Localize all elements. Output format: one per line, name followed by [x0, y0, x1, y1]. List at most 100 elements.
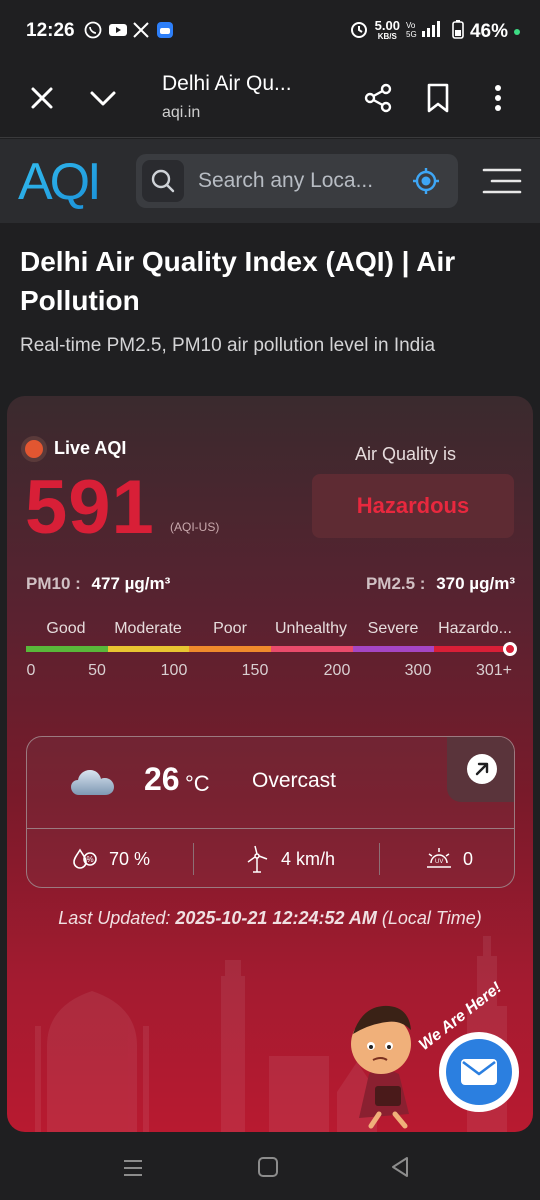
svg-text:Vo: Vo: [406, 21, 416, 30]
scale-segment: [352, 646, 435, 652]
aqi-scale-marker: [503, 642, 517, 656]
system-navigation-bar: [0, 1132, 540, 1200]
search-bar[interactable]: [136, 154, 458, 208]
last-updated-value: 2025-10-21 12:24:52 AM: [175, 908, 377, 928]
more-options-icon[interactable]: [486, 82, 510, 114]
browser-page-title: Delhi Air Qu...: [162, 72, 292, 95]
aqi-scale-bar: [26, 646, 517, 652]
pm10-value: 477 µg/m³: [91, 574, 171, 593]
mascot-illustration: [339, 994, 439, 1132]
scale-label-poor: Poor: [213, 620, 247, 637]
weather-summary: 26 °C Overcast: [27, 737, 514, 829]
svg-text:5G: 5G: [406, 30, 417, 39]
share-icon[interactable]: [362, 82, 394, 114]
battery-icon: [452, 19, 464, 44]
scale-num: 0: [26, 662, 36, 679]
temperature-value: 26: [144, 761, 180, 797]
weather-condition: Overcast: [252, 769, 337, 792]
scale-num: 150: [241, 662, 269, 679]
last-updated-label: Last Updated:: [58, 908, 171, 928]
site-header: AQI: [0, 139, 540, 223]
scale-num: 300: [404, 662, 432, 679]
network-speed: 5.00 KB/S: [374, 18, 400, 41]
pm10-label: PM10 :: [26, 574, 81, 593]
wind-metric: 4 km/h: [243, 845, 335, 873]
weather-metrics: % 70 % 4 km/h UV 0: [27, 829, 514, 887]
metric-divider: [379, 843, 380, 875]
pm10-reading: PM10 : 477 µg/m³: [26, 574, 170, 594]
svg-text:%: %: [87, 855, 94, 864]
pm25-value: 370 µg/m³: [436, 574, 515, 593]
battery-percent: 46%: [469, 20, 508, 42]
locate-icon[interactable]: [412, 167, 440, 195]
humidity-metric: % 70 %: [71, 845, 150, 873]
scale-segment: [189, 646, 272, 652]
browser-url[interactable]: aqi.in: [162, 104, 200, 122]
scale-category-labels: Good Moderate Poor Unhealthy Severe Haza…: [26, 620, 516, 642]
privacy-indicator: [514, 28, 520, 35]
x-icon: [132, 21, 150, 39]
scale-segment: [107, 646, 190, 652]
live-indicator-icon: [21, 436, 47, 462]
wind-value: 4 km/h: [281, 848, 336, 869]
pm25-reading: PM2.5 : 370 µg/m³: [366, 574, 515, 594]
page-title: Delhi Air Quality Index (AQI) | Air Poll…: [20, 246, 456, 316]
mail-icon: [446, 1039, 512, 1105]
cloud-icon: [69, 763, 117, 799]
contact-mail-button[interactable]: [439, 1032, 519, 1112]
scale-label-good: Good: [46, 620, 86, 637]
wind-turbine-icon: [243, 845, 271, 873]
alarm-icon: [349, 19, 369, 44]
last-updated-suffix: (Local Time): [381, 908, 482, 928]
svg-text:AQI: AQI: [18, 153, 99, 209]
notification-icons: [84, 21, 174, 39]
signal-icon: Vo 5G: [406, 19, 446, 44]
uv-metric: UV 0: [425, 845, 473, 873]
bookmark-icon[interactable]: [425, 82, 451, 114]
scale-label-severe: Severe: [367, 620, 419, 637]
live-aqi-label: Live AQI: [54, 438, 127, 458]
status-badge: Hazardous: [312, 474, 514, 538]
scale-number-labels: 0 50 100 150 200 300 301+: [26, 662, 516, 684]
temperature-unit: °C: [185, 771, 210, 796]
arrow-up-right-icon: [467, 754, 497, 784]
browser-toolbar: Delhi Air Qu... aqi.in: [0, 62, 540, 138]
system-status: 5.00 KB/S Vo 5G 46%: [349, 19, 520, 44]
aqi-card: Live AQI 591 (AQI-US) Air Quality is Haz…: [7, 396, 533, 1132]
metric-divider: [193, 843, 194, 875]
uv-value: 0: [463, 848, 474, 869]
scale-num: 301+: [475, 662, 513, 679]
scale-label-hazardous: Hazardo...: [438, 620, 512, 637]
recent-apps-icon[interactable]: [122, 1158, 144, 1178]
scale-num: 50: [88, 662, 106, 679]
chevron-down-icon[interactable]: [88, 84, 118, 112]
aqi-value: 591: [25, 465, 155, 550]
aqi-unit: (AQI-US): [170, 520, 220, 534]
humidity-icon: %: [71, 845, 99, 873]
menu-icon[interactable]: [482, 167, 522, 195]
scale-label-moderate: Moderate: [114, 620, 182, 637]
back-icon[interactable]: [390, 1156, 410, 1178]
humidity-value: 70 %: [109, 848, 151, 869]
app-notification-icon: [156, 21, 174, 39]
aqi-logo[interactable]: AQI: [18, 153, 110, 211]
search-icon[interactable]: [142, 160, 184, 202]
weather-card: 26 °C Overcast % 70 % 4 km/h UV 0: [26, 736, 515, 888]
whatsapp-icon: [84, 21, 102, 39]
youtube-icon: [108, 21, 127, 39]
scale-num: 200: [323, 662, 351, 679]
scale-segment: [271, 646, 353, 652]
last-updated: Last Updated: 2025-10-21 12:24:52 AM (Lo…: [7, 908, 533, 929]
home-icon[interactable]: [258, 1157, 278, 1177]
status-time: 12:26: [26, 20, 75, 41]
svg-text:UV: UV: [435, 859, 443, 865]
uv-sun-icon: UV: [425, 845, 453, 873]
weather-details-button[interactable]: [447, 737, 514, 802]
scale-label-unhealthy: Unhealthy: [274, 620, 348, 637]
search-input[interactable]: [198, 164, 398, 198]
air-quality-label: Air Quality is: [355, 444, 457, 464]
scale-segment: [26, 646, 108, 652]
close-icon[interactable]: [28, 84, 56, 112]
page-subtitle: Real-time PM2.5, PM10 air pollution leve…: [20, 335, 436, 356]
scale-num: 100: [160, 662, 188, 679]
